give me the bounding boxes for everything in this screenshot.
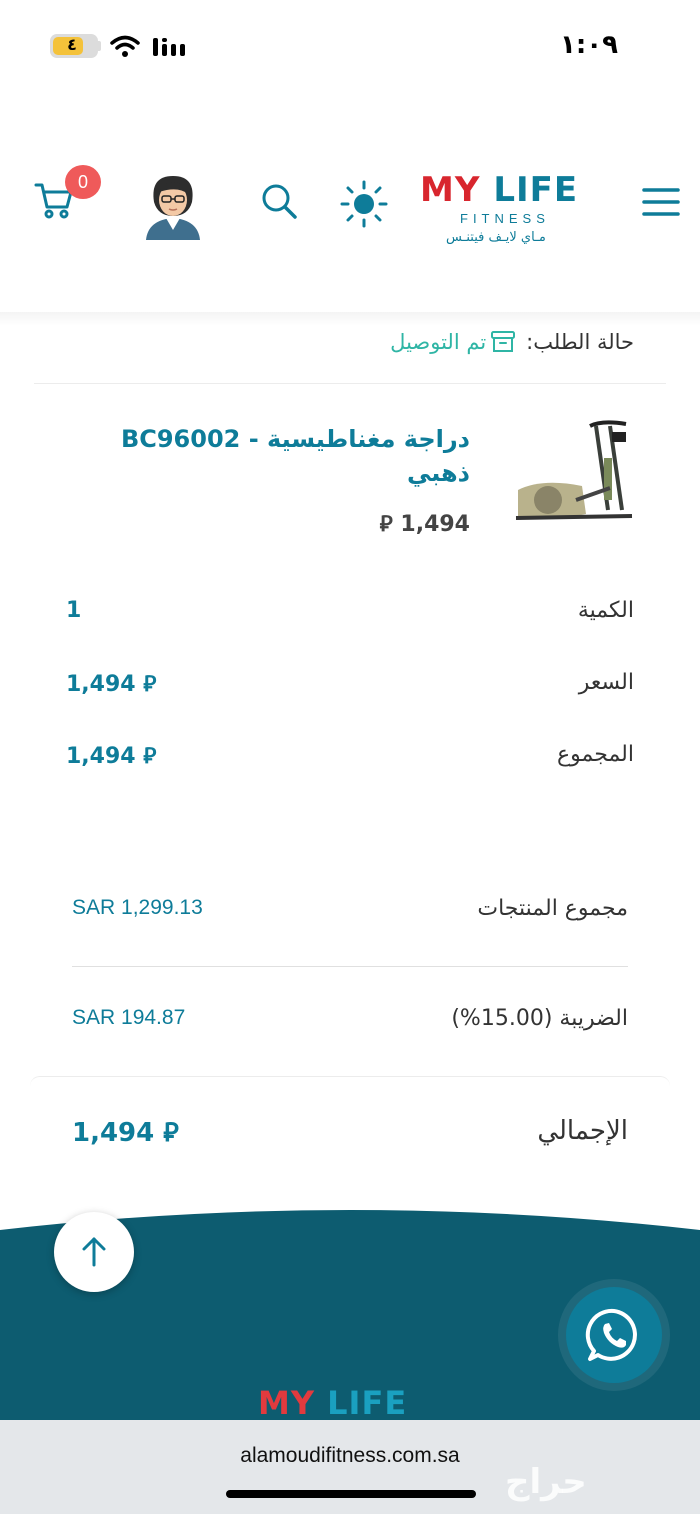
whatsapp-icon	[585, 1308, 637, 1361]
archive-box-icon	[491, 331, 516, 352]
order-status: حالة الطلب: تم التوصيل	[390, 330, 634, 354]
product-price: 1,494 ⃁	[379, 512, 470, 537]
whatsapp-button[interactable]	[566, 1287, 662, 1383]
sum-label: المجموع	[557, 742, 634, 767]
detail-row-sum: المجموع 1,494 ⃁	[66, 742, 634, 778]
price-value: 1,494 ⃁	[66, 672, 157, 697]
subtotal-value: SAR 1,299.13	[72, 896, 203, 919]
battery-level: ٤	[67, 35, 77, 54]
subtotal-label: مجموع المنتجات	[477, 896, 628, 921]
detail-row-price: السعر 1,494 ⃁	[66, 670, 634, 706]
order-status-value: تم التوصيل	[390, 330, 487, 354]
status-bar: ٤ ١:٠٩	[0, 0, 700, 90]
order-status-label: حالة الطلب:	[526, 330, 634, 354]
footer-logo[interactable]: MY LIFE	[258, 1384, 407, 1422]
watermark: حراج	[505, 1462, 587, 1502]
scroll-to-top-button[interactable]	[54, 1212, 134, 1292]
clock: ١:٠٩	[560, 30, 619, 60]
url-text[interactable]: alamoudifitness.com.sa	[0, 1444, 700, 1468]
cart-count-badge: 0	[65, 165, 101, 199]
hamburger-menu-icon[interactable]	[642, 186, 680, 218]
logo-arabic: مـاي لايـف فيتنـس	[446, 230, 546, 245]
tax-value: SAR 194.87	[72, 1006, 186, 1029]
battery-icon: ٤	[50, 34, 98, 58]
logo-subtitle: FITNESS	[460, 211, 550, 226]
tax-label: الضريبة (15.00%)	[451, 1006, 628, 1031]
total-value: 1,494 ⃁	[72, 1118, 179, 1148]
divider	[72, 966, 628, 967]
sum-value: 1,494 ⃁	[66, 744, 157, 769]
total-row: الإجمالي 1,494 ⃁	[72, 1116, 628, 1156]
detail-row-quantity: الكمية 1	[66, 598, 634, 634]
home-indicator[interactable]	[226, 1490, 476, 1498]
user-avatar[interactable]	[144, 172, 202, 240]
wifi-icon	[110, 35, 140, 57]
product-image[interactable]	[512, 418, 636, 526]
divider	[34, 383, 666, 384]
logo-wordmark: MY LIFE	[420, 170, 579, 210]
product-name[interactable]: دراجة مغناطيسية - BC96002 ذهبي	[90, 422, 470, 490]
theme-toggle-sun-icon[interactable]	[340, 180, 388, 228]
price-label: السعر	[578, 670, 634, 695]
tax-row: الضريبة (15.00%) SAR 194.87	[72, 1006, 628, 1042]
signal-icon	[153, 38, 185, 56]
quantity-label: الكمية	[577, 598, 634, 623]
total-label: الإجمالي	[537, 1116, 628, 1146]
search-icon[interactable]	[259, 181, 299, 221]
site-logo[interactable]: MY LIFE FITNESS مـاي لايـف فيتنـس	[420, 170, 605, 250]
subtotal-row: مجموع المنتجات SAR 1,299.13	[72, 896, 628, 932]
arrow-up-icon	[82, 1237, 106, 1267]
quantity-value: 1	[66, 598, 82, 623]
